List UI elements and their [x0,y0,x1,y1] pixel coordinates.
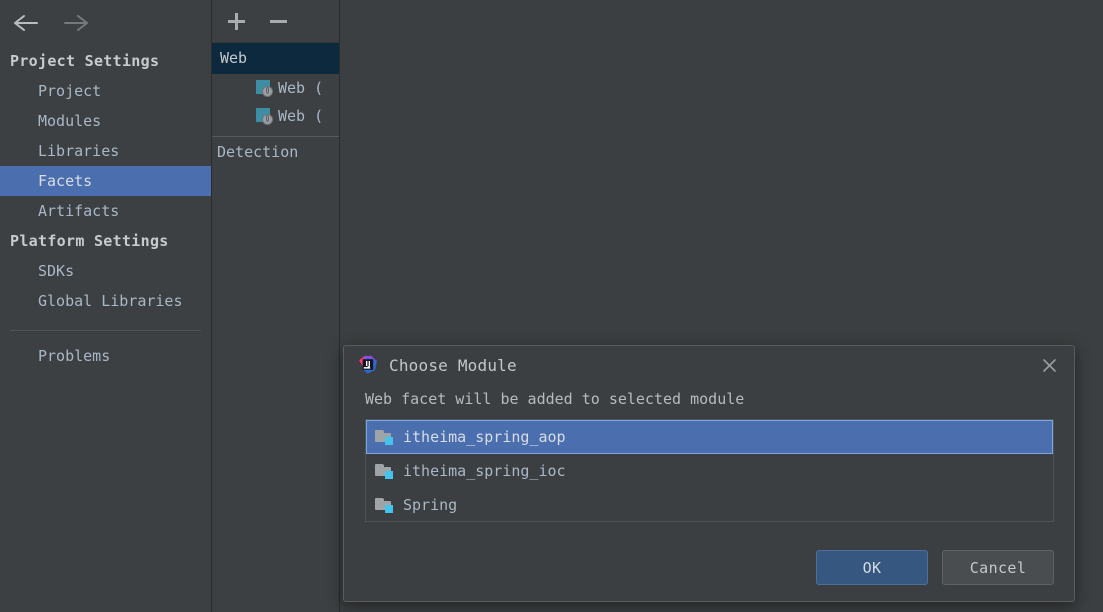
facet-tree-panel: Web Web ( Web ( Detection [212,0,340,612]
list-item-label: Spring [403,496,458,514]
list-item-label: itheima_spring_aop [403,428,566,446]
module-icon [375,497,393,513]
settings-sidebar: Project Settings Project Modules Librari… [0,0,212,612]
web-facet-icon [256,107,273,125]
arrow-left-icon[interactable] [12,11,40,35]
sidebar-item-problems[interactable]: Problems [0,341,211,371]
dialog-body: Web facet will be added to selected modu… [344,384,1074,522]
sidebar-item-sdks[interactable]: SDKs [0,256,211,286]
dialog-title: Choose Module [389,355,517,375]
list-item[interactable]: Spring [366,488,1053,521]
list-item-label: itheima_spring_ioc [403,462,566,480]
facet-tree-item[interactable]: Web ( [212,74,339,102]
module-icon [375,463,393,479]
module-icon [375,429,393,445]
settings-window: Project Settings Project Modules Librari… [0,0,1103,612]
close-icon[interactable] [1036,352,1062,378]
list-item[interactable]: itheima_spring_aop [366,420,1053,454]
ok-button[interactable]: OK [816,550,928,585]
plus-icon [227,12,245,30]
web-facet-icon [256,79,273,97]
intellij-idea-logo-icon: IJ [358,355,378,375]
sidebar-item-global-libraries[interactable]: Global Libraries [0,286,211,316]
sidebar-item-artifacts[interactable]: Artifacts [0,196,211,226]
arrow-right-icon[interactable] [62,11,90,35]
facet-tree-header[interactable]: Web [212,43,339,74]
remove-facet-button[interactable] [268,11,288,31]
sidebar-item-project[interactable]: Project [0,76,211,106]
minus-icon [269,13,287,30]
cancel-button[interactable]: Cancel [942,550,1054,585]
sidebar-item-modules[interactable]: Modules [0,106,211,136]
list-item[interactable]: itheima_spring_ioc [366,454,1053,488]
sidebar-group-platform-settings: Platform Settings [10,232,169,250]
facet-tree-item-label: Web ( [278,79,324,97]
sidebar-group-project-settings: Project Settings [10,52,160,70]
add-facet-button[interactable] [226,11,246,31]
facet-tree-item-label: Web ( [278,107,324,125]
choose-module-dialog: IJ Choose Module Web facet will be added… [343,345,1075,602]
sidebar-item-libraries[interactable]: Libraries [0,136,211,166]
dialog-button-bar: OK Cancel [816,550,1054,585]
facet-toolbar [212,0,339,43]
facet-tree-item[interactable]: Web ( [212,102,339,130]
module-list[interactable]: itheima_spring_aop itheima_spring_ioc Sp… [365,419,1054,522]
sidebar-navigation [0,0,211,46]
sidebar-divider [10,330,201,331]
dialog-message: Web facet will be added to selected modu… [365,390,745,408]
dialog-titlebar: IJ Choose Module [344,346,1074,384]
svg-text:IJ: IJ [365,360,370,368]
sidebar-item-facets[interactable]: Facets [0,166,211,196]
facet-detection-section[interactable]: Detection [212,137,339,168]
